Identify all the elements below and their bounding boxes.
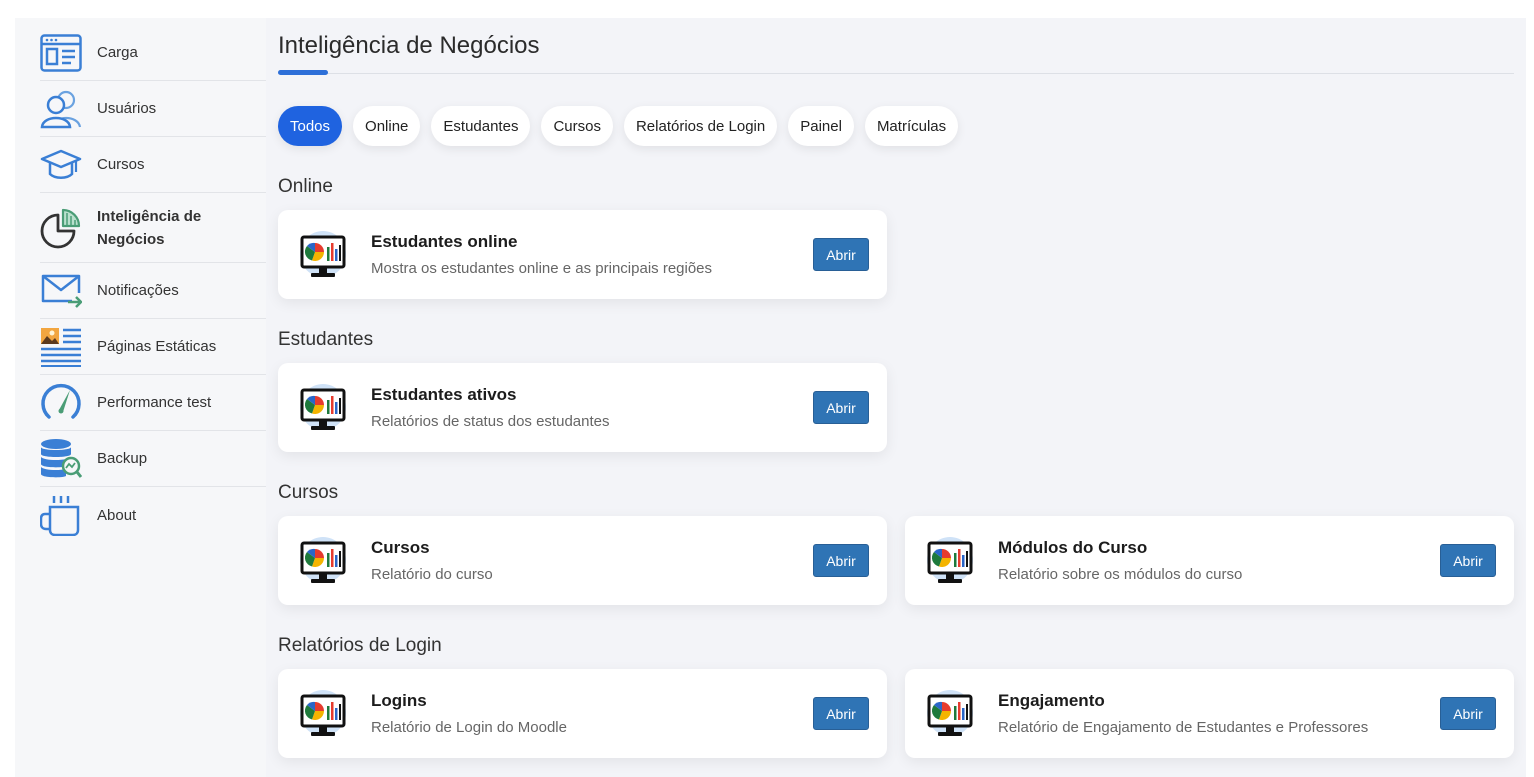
sidebar-item-carga[interactable]: Carga: [40, 25, 266, 81]
sidebar-item-label: Carga: [97, 44, 138, 61]
report-card-modulos-do-curso: Módulos do Curso Relatório sobre os módu…: [905, 516, 1514, 605]
sidebar-item-label: Cursos: [97, 156, 145, 173]
mail-arrow-icon: [40, 271, 82, 311]
open-button[interactable]: Abrir: [813, 544, 869, 577]
tab-estudantes[interactable]: Estudantes: [431, 106, 531, 146]
open-button[interactable]: Abrir: [813, 238, 869, 271]
sidebar-item-about[interactable]: About: [40, 487, 266, 543]
open-button[interactable]: Abrir: [813, 697, 869, 730]
card-description: Relatório do curso: [371, 566, 493, 583]
report-monitor-icon: [297, 383, 349, 435]
users-icon: [40, 89, 82, 129]
sidebar-item-cursos[interactable]: Cursos: [40, 137, 266, 193]
card-description: Relatório de Login do Moodle: [371, 719, 567, 736]
section-title-estudantes: Estudantes: [278, 329, 374, 350]
report-card-engajamento: Engajamento Relatório de Engajamento de …: [905, 669, 1514, 758]
sidebar-item-label: About: [97, 506, 137, 524]
open-button[interactable]: Abrir: [813, 391, 869, 424]
open-button[interactable]: Abrir: [1440, 697, 1496, 730]
tab-online[interactable]: Online: [353, 106, 421, 146]
filter-tabs: Todos Online Estudantes Cursos Relatório…: [278, 106, 959, 146]
card-title: Logins: [371, 691, 427, 710]
sidebar-item-label: Inteligência de Negócios: [97, 205, 201, 251]
sidebar-item-paginas-estaticas[interactable]: Páginas Estáticas: [40, 319, 266, 375]
tab-painel[interactable]: Painel: [788, 106, 854, 146]
sidebar-item-usuarios[interactable]: Usuários: [40, 81, 266, 137]
sidebar-item-label: Backup: [97, 450, 148, 467]
sidebar-item-label-line2: Negócios: [97, 230, 165, 248]
report-monitor-icon: [297, 689, 349, 741]
title-accent-underline: [278, 70, 328, 75]
sidebar-item-label-line1: Inteligência de: [97, 207, 202, 225]
sidebar-item-notificacoes[interactable]: Notificações: [40, 263, 266, 319]
sidebar-item-label: Notificações: [97, 282, 179, 299]
card-title: Engajamento: [998, 691, 1105, 710]
card-description: Relatório de Engajamento de Estudantes e…: [998, 719, 1369, 736]
section-title-online: Online: [278, 176, 333, 197]
report-monitor-icon: [924, 689, 976, 741]
section-title-relatorios-de-login: Relatórios de Login: [278, 635, 442, 656]
open-button[interactable]: Abrir: [1440, 544, 1496, 577]
tab-matriculas[interactable]: Matrículas: [864, 106, 959, 146]
sidebar-item-backup[interactable]: Backup: [40, 431, 266, 487]
tab-cursos[interactable]: Cursos: [541, 106, 613, 146]
card-title: Módulos do Curso: [998, 538, 1148, 557]
report-card-cursos: Cursos Relatório do curso Abrir: [278, 516, 887, 605]
report-monitor-icon: [297, 536, 349, 588]
sidebar-item-label: Performance test: [97, 394, 212, 411]
card-description: Mostra os estudantes online e as princip…: [371, 260, 713, 277]
static-page-icon: [40, 327, 82, 367]
tab-relatorios-de-login[interactable]: Relatórios de Login: [623, 106, 778, 146]
sidebar-item-inteligencia-de-negocios[interactable]: Inteligência de Negócios: [40, 193, 266, 263]
report-monitor-icon: [924, 536, 976, 588]
section-title-cursos: Cursos: [278, 482, 339, 503]
report-card-estudantes-ativos: Estudantes ativos Relatórios de status d…: [278, 363, 887, 452]
sidebar-item-label: Usuários: [97, 100, 157, 117]
sidebar-item-label: Páginas Estáticas: [97, 338, 217, 355]
sidebar-item-performance-test[interactable]: Performance test: [40, 375, 266, 431]
card-title: Estudantes online: [371, 232, 518, 251]
database-search-icon: [40, 438, 82, 479]
sidebar: Carga Usuários Cursos Inteligência de Ne…: [15, 18, 266, 777]
title-divider: [278, 73, 1514, 74]
page-title: Inteligência de Negócios: [278, 32, 540, 59]
card-title: Estudantes ativos: [371, 385, 517, 404]
report-monitor-icon: [297, 230, 349, 282]
pie-chart-icon: [40, 208, 82, 248]
main-content: Inteligência de Negócios Todos Online Es…: [266, 18, 1526, 777]
card-description: Relatórios de status dos estudantes: [371, 413, 610, 430]
mug-icon: [40, 495, 82, 536]
tab-todos[interactable]: Todos: [278, 106, 343, 146]
graduation-cap-icon: [40, 145, 82, 185]
report-card-logins: Logins Relatório de Login do Moodle Abri…: [278, 669, 887, 758]
card-title: Cursos: [371, 538, 430, 557]
upload-form-icon: [40, 33, 82, 73]
gauge-icon: [40, 383, 82, 423]
report-card-estudantes-online: Estudantes online Mostra os estudantes o…: [278, 210, 887, 299]
card-description: Relatório sobre os módulos do curso: [998, 566, 1243, 583]
